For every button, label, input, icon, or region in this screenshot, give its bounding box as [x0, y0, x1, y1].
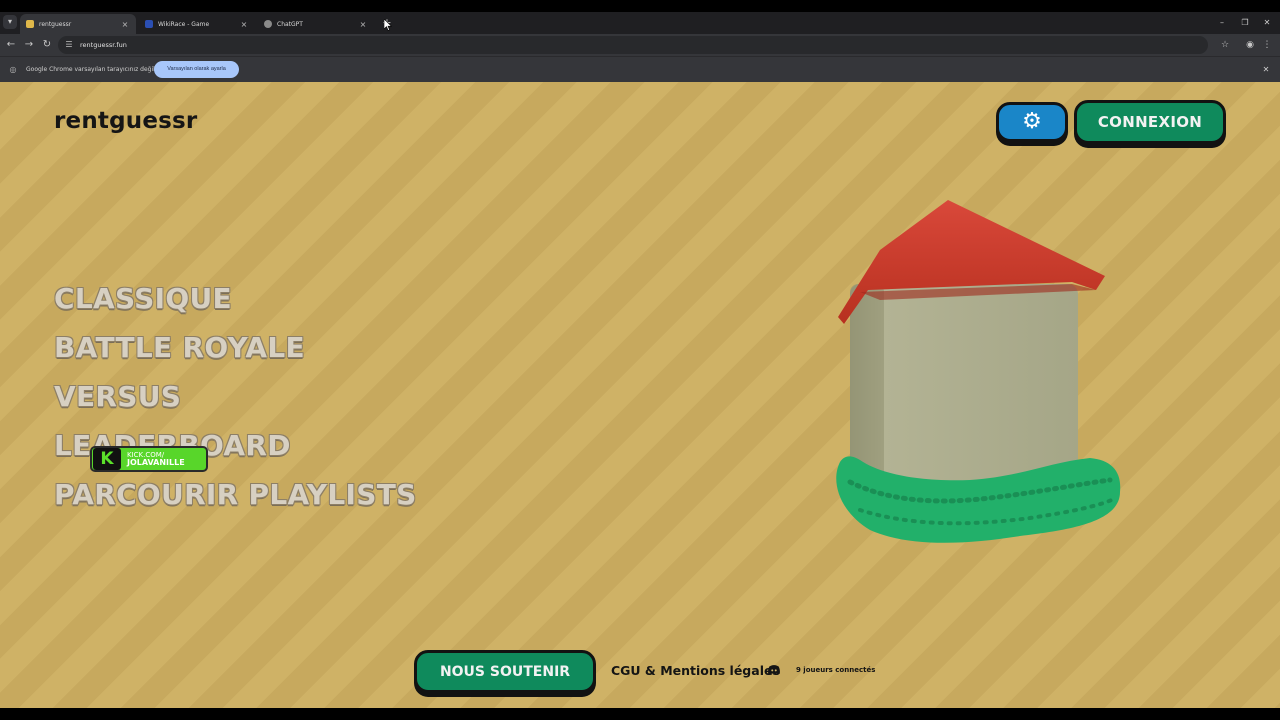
kick-overlay-line2: JOLAVANILLE — [127, 458, 185, 467]
kick-stream-overlay: K KICK.COM/ JOLAVANILLE — [90, 446, 208, 472]
mouse-cursor-icon — [384, 19, 392, 31]
profile-icon[interactable]: ◉ — [1243, 38, 1257, 52]
infobar-message: Google Chrome varsayılan tarayıcınız değ… — [26, 66, 155, 73]
infobar-close-icon[interactable]: ✕ — [1260, 64, 1272, 76]
url-text: rentguessr.fun — [80, 41, 127, 49]
default-browser-infobar: ◎ Google Chrome varsayılan tarayıcınız d… — [0, 56, 1280, 82]
gear-icon: ⚙ — [1022, 109, 1042, 134]
browser-tab-bar: ▾ rentguessr × WikiRace - Game × ChatGPT… — [0, 12, 1280, 34]
back-arrow-icon[interactable]: ← — [4, 38, 18, 52]
site-info-icon[interactable]: ☰ — [64, 40, 74, 50]
support-button[interactable]: NOUS SOUTENIR — [414, 650, 596, 693]
tab-label: rentguessr — [39, 20, 72, 28]
rentguessr-favicon-icon — [26, 20, 34, 28]
restore-window-icon[interactable]: ❐ — [1237, 17, 1253, 29]
legal-link[interactable]: CGU & Mentions légales — [611, 663, 780, 678]
discord-icon[interactable] — [767, 663, 781, 677]
chatgpt-favicon-icon — [264, 20, 272, 28]
online-players-count: 9 joueurs connectés — [796, 666, 876, 674]
kick-overlay-text: KICK.COM/ JOLAVANILLE — [127, 451, 185, 467]
tab-chatgpt[interactable]: ChatGPT × — [258, 14, 374, 34]
tab-label: WikiRace - Game — [158, 20, 210, 28]
menu-item-classique[interactable]: CLASSIQUE — [54, 282, 417, 331]
more-menu-icon[interactable]: ⋮ — [1262, 38, 1272, 52]
screen-bottom-edge — [0, 708, 1280, 720]
minimize-window-icon[interactable]: – — [1214, 17, 1230, 29]
menu-item-battle-royale[interactable]: BATTLE ROYALE — [54, 331, 417, 380]
wikirace-favicon-icon — [145, 20, 153, 28]
menu-item-versus[interactable]: VERSUS — [54, 380, 417, 429]
rentguessr-page: rentguessr ⚙ CONNEXION CLASSIQUE BATTLE … — [0, 82, 1280, 708]
reload-icon[interactable]: ↻ — [40, 38, 54, 52]
close-icon[interactable]: × — [358, 20, 368, 29]
address-bar[interactable]: ☰ rentguessr.fun — [58, 36, 1208, 54]
game-mode-menu: CLASSIQUE BATTLE ROYALE VERSUS LEADERBOA… — [54, 282, 417, 527]
tab-rentguessr[interactable]: rentguessr × — [20, 14, 136, 34]
set-default-button[interactable]: Varsayılan olarak ayarla — [154, 61, 239, 78]
tab-wikirace[interactable]: WikiRace - Game × — [139, 14, 255, 34]
tab-label: ChatGPT — [277, 20, 303, 28]
close-icon[interactable]: × — [120, 20, 130, 29]
site-logo[interactable]: rentguessr — [54, 108, 197, 134]
forward-arrow-icon[interactable]: → — [22, 38, 36, 52]
close-window-icon[interactable]: ✕ — [1259, 17, 1275, 29]
menu-item-parcourir-playlists[interactable]: PARCOURIR PLAYLISTS — [54, 478, 417, 527]
kick-logo-icon: K — [93, 448, 121, 470]
close-icon[interactable]: × — [239, 20, 249, 29]
chrome-icon: ◎ — [9, 65, 17, 74]
browser-toolbar: ← → ↻ ☰ rentguessr.fun ☆ ◉ ⋮ — [0, 34, 1280, 56]
settings-button[interactable]: ⚙ — [996, 102, 1068, 142]
login-button[interactable]: CONNEXION — [1074, 100, 1226, 144]
house-illustration — [836, 200, 1121, 543]
bookmark-star-icon[interactable]: ☆ — [1218, 38, 1232, 52]
tab-search-button[interactable]: ▾ — [3, 15, 17, 29]
